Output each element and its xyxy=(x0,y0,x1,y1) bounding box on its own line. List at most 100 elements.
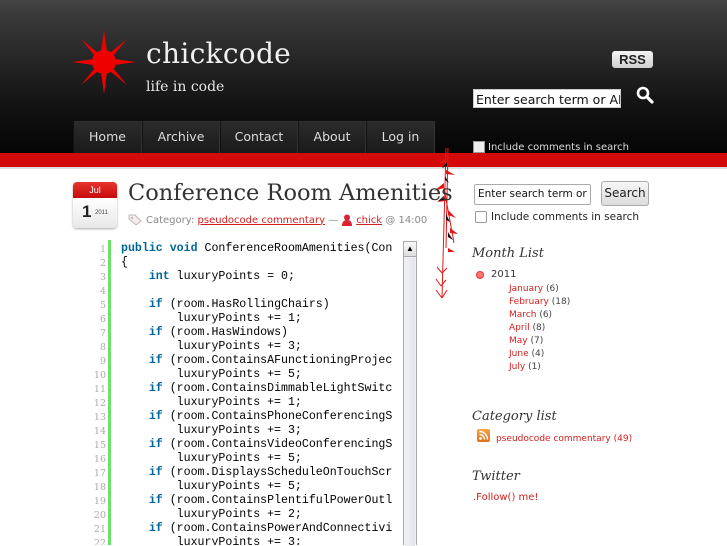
line-number: 22 xyxy=(93,538,106,545)
code-text: (room.ContainsPlentifulPowerOutl xyxy=(162,494,393,507)
nav-contact[interactable]: Contact xyxy=(220,121,298,153)
code-scrollbar[interactable]: ▲ xyxy=(403,241,417,546)
rss-button[interactable]: RSS xyxy=(612,51,653,68)
line-number: 9 xyxy=(99,356,106,367)
nav-archive[interactable]: Archive xyxy=(142,121,220,153)
scroll-up-arrow-icon[interactable]: ▲ xyxy=(404,242,416,257)
line-number: 18 xyxy=(93,482,106,493)
month-count: (6) xyxy=(539,310,553,320)
code-keyword: if xyxy=(121,522,163,535)
post-meta: Category: pseudocode commentary — chick … xyxy=(128,214,427,226)
year-toggle[interactable]: 2011 xyxy=(476,269,516,280)
sidebar-search-input[interactable]: Enter search term or APML url xyxy=(474,184,591,205)
header-include-comments-checkbox[interactable] xyxy=(473,141,485,153)
month-count: (6) xyxy=(546,284,559,294)
code-keyword: if xyxy=(121,354,163,367)
category-prefix: Category: xyxy=(146,214,195,226)
line-number: 20 xyxy=(93,510,106,521)
code-text: (room.HasWindows) xyxy=(162,326,288,339)
line-numbers: 1 2 3 4 5 6 7 8 9 10 11 12 13 14 15 16 17 18 19 20 21 22 xyxy=(80,243,106,545)
code-text: { xyxy=(121,256,128,269)
line-number: 1 xyxy=(99,244,106,255)
month-link[interactable]: February xyxy=(509,297,549,307)
month-count: (7) xyxy=(530,336,544,346)
line-number: 12 xyxy=(93,398,106,409)
line-number: 21 xyxy=(93,524,106,535)
month-item: June (4) xyxy=(509,348,570,361)
sun-logo-icon[interactable] xyxy=(72,30,136,94)
line-number: 17 xyxy=(93,468,106,479)
post-time: @ 14:00 xyxy=(385,214,428,226)
code-line: int luxuryPoints = 0; xyxy=(121,270,392,284)
code-line: if (room.ContainsPowerAndConnectivi xyxy=(121,522,393,536)
month-link[interactable]: July xyxy=(509,362,525,372)
search-icon[interactable] xyxy=(636,86,654,104)
category-item-count[interactable]: (49) xyxy=(614,434,632,444)
line-number: 15 xyxy=(93,440,106,451)
code-line: if (room.HasWindows) xyxy=(121,326,392,340)
code-text: (room.DisplaysScheduleOnTouchScr xyxy=(162,466,393,479)
site-header: chickcode life in code RSS Enter search … xyxy=(0,0,727,153)
code-line: if (room.ContainsPhoneConferencingS xyxy=(121,410,393,424)
code-text: (room.ContainsPhoneConferencingS xyxy=(162,410,393,423)
line-number: 10 xyxy=(93,370,106,381)
rss-feed-icon[interactable] xyxy=(477,429,490,442)
author-link[interactable]: chick xyxy=(356,215,382,226)
month-link[interactable]: January xyxy=(509,284,543,294)
sidebar-include-comments-checkbox[interactable] xyxy=(475,211,487,223)
code-line: if (room.DisplaysScheduleOnTouchScr xyxy=(121,466,393,480)
sidebar-search-button[interactable]: Search xyxy=(601,181,649,206)
month-list-heading: Month List xyxy=(472,246,544,261)
code-text: luxuryPoints += 1; xyxy=(121,396,302,409)
nav-about[interactable]: About xyxy=(298,121,366,153)
code-line: luxuryPoints += 3; xyxy=(121,536,392,545)
code-line: luxuryPoints += 1; xyxy=(121,396,392,410)
sidebar-include-comments[interactable]: Include comments in search xyxy=(475,211,639,223)
line-number: 8 xyxy=(99,342,106,353)
code-line: if (room.HasRollingChairs) xyxy=(121,298,392,312)
category-item-link[interactable]: pseudocode commentary xyxy=(496,434,611,444)
collapse-bullet-icon[interactable] xyxy=(476,270,484,279)
meta-separator: — xyxy=(328,214,339,226)
nav-home[interactable]: Home xyxy=(73,121,142,153)
header-include-comments[interactable]: Include comments in search xyxy=(473,141,629,153)
code-text: ConferenceRoomAmenities(Con xyxy=(197,242,393,255)
code-keyword: if xyxy=(121,382,163,395)
code-line: luxuryPoints += 5; xyxy=(121,480,392,494)
code-text: (room.ContainsVideoConferencingS xyxy=(162,438,393,451)
code-keyword: if xyxy=(121,326,163,339)
header-include-comments-label: Include comments in search xyxy=(488,141,629,153)
post-date-badge: Jul 1 2011 xyxy=(73,182,117,228)
site-title[interactable]: chickcode xyxy=(146,37,291,70)
month-item: May (7) xyxy=(509,335,570,348)
code-content: public void ConferenceRoomAmenities(Con {… xyxy=(121,242,392,545)
category-link[interactable]: pseudocode commentary xyxy=(198,215,325,226)
tag-icon xyxy=(128,214,142,226)
code-line: luxuryPoints += 5; xyxy=(121,452,392,466)
twitter-heading: Twitter xyxy=(472,469,520,484)
month-link[interactable]: April xyxy=(509,323,530,333)
code-text: (room.ContainsAFunctioningProjec xyxy=(162,354,393,367)
code-keyword: public void xyxy=(121,242,198,255)
twitter-follow-link[interactable]: .Follow() me! xyxy=(473,492,538,503)
month-list: January (6) February (18) March (6) April (… xyxy=(509,283,570,374)
code-block: 1 2 3 4 5 6 7 8 9 10 11 12 13 14 15 16 17 18 19 20 21 22 publ… xyxy=(80,240,418,545)
sidebar-include-comments-label: Include comments in search xyxy=(491,211,640,223)
code-text: (room.ContainsPowerAndConnectivi xyxy=(162,522,393,535)
main-nav: Home Archive Contact About Log in xyxy=(73,121,435,153)
code-line: if (room.ContainsDimmableLightSwitc xyxy=(121,382,393,396)
category-list-heading: Category list xyxy=(472,409,557,424)
code-keyword: if xyxy=(121,494,163,507)
code-gutter-bar xyxy=(108,240,111,545)
post-title[interactable]: Conference Room Amenities xyxy=(128,180,453,206)
vine-decoration-icon xyxy=(434,148,458,299)
line-number: 11 xyxy=(93,384,106,395)
code-line: { xyxy=(121,256,392,270)
code-text: luxuryPoints += 1; xyxy=(121,312,302,325)
header-search-input[interactable]: Enter search term or APM xyxy=(473,89,621,108)
month-link[interactable]: May xyxy=(509,336,528,346)
month-link[interactable]: March xyxy=(509,310,536,320)
post-date-day: 1 xyxy=(82,202,92,221)
scrollbar-thumb[interactable] xyxy=(405,258,415,546)
month-link[interactable]: June xyxy=(509,349,529,359)
